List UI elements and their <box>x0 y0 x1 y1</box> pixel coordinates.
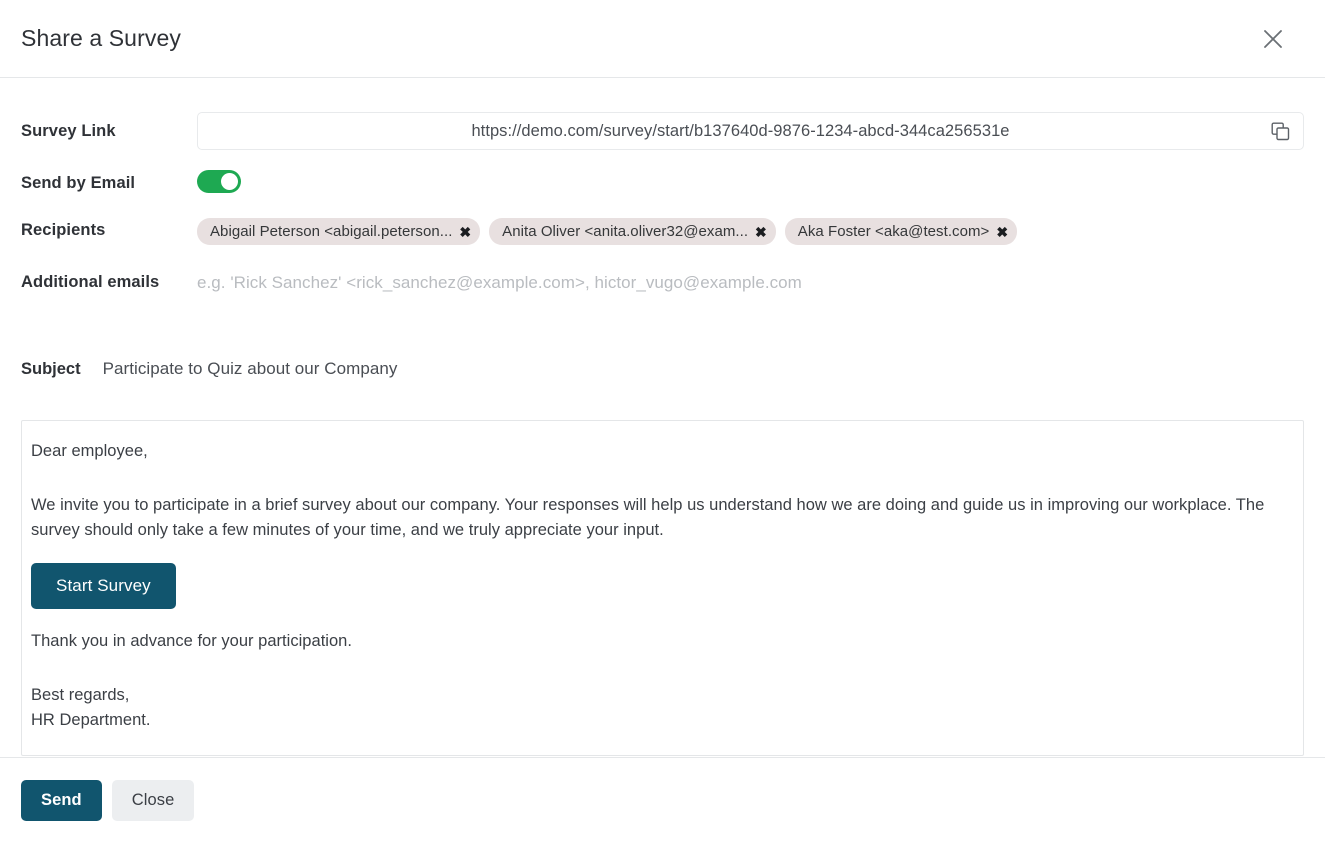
recipients-label: Recipients <box>21 221 106 239</box>
survey-link-row: Survey Link https://demo.com/survey/star… <box>21 112 1304 150</box>
subject-input[interactable]: Participate to Quiz about our Company <box>103 359 398 379</box>
dialog-body: Survey Link https://demo.com/survey/star… <box>0 78 1325 757</box>
send-by-email-toggle[interactable] <box>197 169 241 193</box>
email-signoff-line2: HR Department. <box>31 711 151 729</box>
page-title: Share a Survey <box>21 25 181 51</box>
subject-label: Subject <box>21 360 81 378</box>
start-survey-button[interactable]: Start Survey <box>31 563 176 609</box>
send-by-email-control <box>197 169 1304 198</box>
send-by-email-row: Send by Email <box>21 167 1304 200</box>
recipients-row: Recipients Abigail Peterson <abigail.pet… <box>21 218 1304 251</box>
recipient-tag-list: Abigail Peterson <abigail.peterson... ✖ … <box>197 218 1304 245</box>
recipient-tag-label: Anita Oliver <anita.oliver32@exam... <box>502 223 749 240</box>
send-by-email-label: Send by Email <box>21 174 136 192</box>
dialog-footer: Send Close <box>0 757 1325 843</box>
remove-recipient-icon[interactable]: ✖ <box>459 225 471 239</box>
send-button[interactable]: Send <box>21 780 102 821</box>
share-survey-dialog: Share a Survey Survey Link https://demo.… <box>0 0 1325 843</box>
survey-link-control: https://demo.com/survey/start/b137640d-9… <box>197 112 1304 150</box>
recipient-tag[interactable]: Aka Foster <aka@test.com> ✖ <box>784 218 1018 245</box>
close-button[interactable]: Close <box>111 780 195 821</box>
remove-recipient-icon[interactable]: ✖ <box>996 225 1008 239</box>
recipient-tag[interactable]: Anita Oliver <anita.oliver32@exam... ✖ <box>489 218 776 245</box>
recipient-tag[interactable]: Abigail Peterson <abigail.peterson... ✖ <box>197 218 481 245</box>
copy-icon[interactable] <box>1267 118 1293 144</box>
subject-row: Subject Participate to Quiz about our Co… <box>21 359 1304 392</box>
additional-emails-label: Additional emails <box>21 273 160 291</box>
email-body-editor[interactable]: Dear employee, We invite you to particip… <box>21 420 1304 756</box>
additional-emails-control: e.g. 'Rick Sanchez' <rick_sanchez@exampl… <box>197 273 1304 293</box>
recipient-tag-label: Aka Foster <aka@test.com> <box>797 223 990 240</box>
remove-recipient-icon[interactable]: ✖ <box>755 225 767 239</box>
recipients-control[interactable]: Abigail Peterson <abigail.peterson... ✖ … <box>197 218 1304 245</box>
email-signoff-line1: Best regards, <box>31 686 130 704</box>
email-invitation-paragraph: We invite you to participate in a brief … <box>31 496 1265 539</box>
email-thanks-line: Thank you in advance for your participat… <box>31 632 352 650</box>
additional-emails-input[interactable]: e.g. 'Rick Sanchez' <rick_sanchez@exampl… <box>197 273 802 292</box>
toggle-knob <box>221 172 238 190</box>
email-greeting: Dear employee, <box>31 442 148 460</box>
additional-emails-row: Additional emails e.g. 'Rick Sanchez' <r… <box>21 266 1304 299</box>
recipient-tag-label: Abigail Peterson <abigail.peterson... <box>210 223 453 240</box>
dialog-header: Share a Survey <box>0 0 1325 78</box>
survey-link-label: Survey Link <box>21 121 116 140</box>
close-icon[interactable] <box>1255 21 1291 57</box>
survey-link-input[interactable]: https://demo.com/survey/start/b137640d-9… <box>197 112 1304 150</box>
survey-link-value: https://demo.com/survey/start/b137640d-9… <box>471 121 1010 140</box>
